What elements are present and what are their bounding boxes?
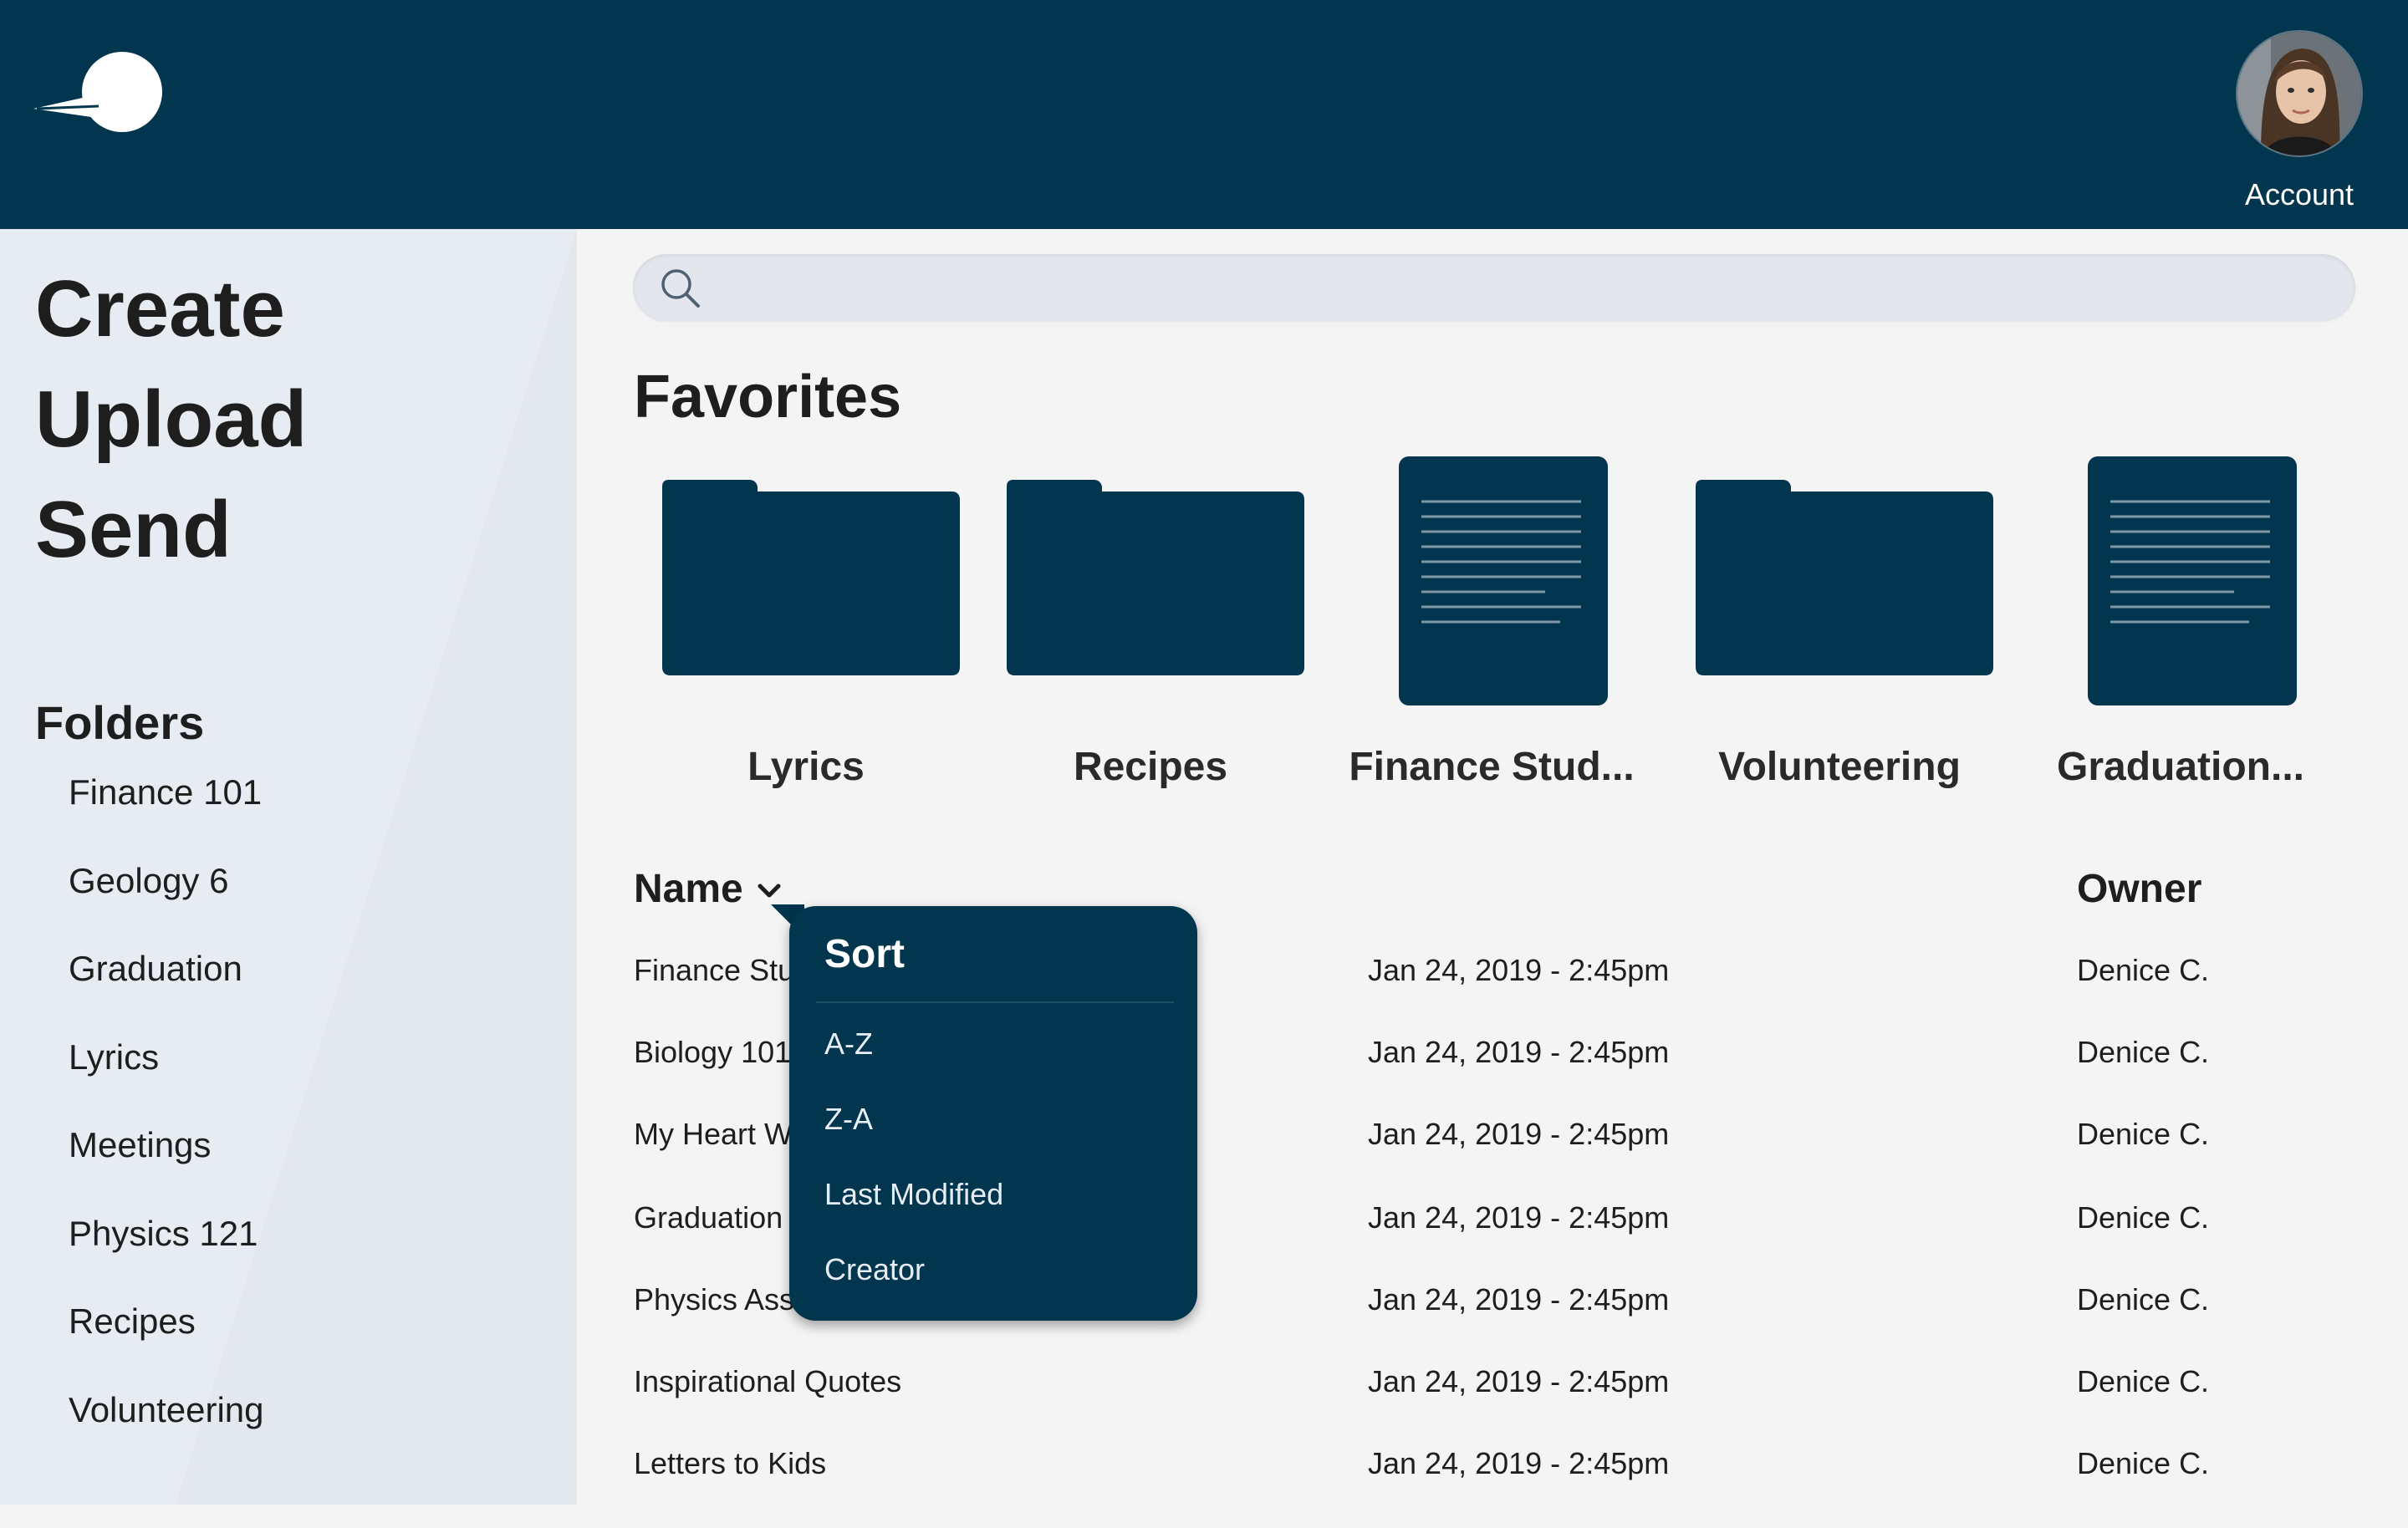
folders-heading: Folders bbox=[35, 696, 205, 749]
sidebar-item-recipes[interactable]: Recipes bbox=[69, 1301, 264, 1390]
user-photo-icon bbox=[2237, 32, 2361, 155]
modified-date: Jan 24, 2019 - 2:45pm bbox=[1368, 1117, 1670, 1151]
owner-name: Denice C. bbox=[2077, 953, 2210, 987]
file-name[interactable]: Finance Stu bbox=[634, 953, 794, 988]
file-name[interactable]: Graduation bbox=[634, 1200, 783, 1235]
favorites-heading: Favorites bbox=[634, 364, 902, 430]
sort-option-last-modified[interactable]: Last Modified bbox=[824, 1177, 1003, 1212]
modified-date: Jan 24, 2019 - 2:45pm bbox=[1368, 1035, 1670, 1069]
folder-list: Finance 101 Geology 6 Graduation Lyrics … bbox=[69, 772, 264, 1478]
modified-date: Jan 24, 2019 - 2:45pm bbox=[1368, 1200, 1670, 1235]
sort-option-creator[interactable]: Creator bbox=[824, 1252, 925, 1287]
sidebar-item-geology-6[interactable]: Geology 6 bbox=[69, 861, 264, 950]
owner-name: Denice C. bbox=[2077, 1117, 2210, 1151]
owner-column-header[interactable]: Owner bbox=[2077, 866, 2201, 912]
table-row[interactable]: Inspirational Quotes Jan 24, 2019 - 2:45… bbox=[634, 1364, 2356, 1446]
sidebar-item-graduation[interactable]: Graduation bbox=[69, 949, 264, 1037]
favorite-label: Lyrics bbox=[747, 745, 865, 789]
top-bar: Account bbox=[0, 0, 2408, 229]
owner-name: Denice C. bbox=[2077, 1282, 2210, 1317]
sort-option-z-a[interactable]: Z-A bbox=[824, 1102, 873, 1137]
name-column-header[interactable]: Name bbox=[634, 866, 782, 912]
owner-name: Denice C. bbox=[2077, 1200, 2210, 1235]
search-icon[interactable] bbox=[658, 266, 703, 311]
avatar[interactable] bbox=[2236, 30, 2363, 157]
modified-date: Jan 24, 2019 - 2:45pm bbox=[1368, 1282, 1670, 1317]
folder-icon bbox=[1007, 480, 1304, 675]
modified-date: Jan 24, 2019 - 2:45pm bbox=[1368, 1446, 1670, 1480]
document-icon bbox=[2088, 456, 2297, 705]
sidebar-item-lyrics[interactable]: Lyrics bbox=[69, 1037, 264, 1126]
folder-icon bbox=[662, 480, 960, 675]
favorite-recipes[interactable]: Recipes bbox=[983, 451, 1318, 789]
folder-icon bbox=[1696, 480, 1993, 675]
owner-name: Denice C. bbox=[2077, 1035, 2210, 1069]
favorite-graduation[interactable]: Graduation... bbox=[2013, 451, 2348, 789]
logo-icon[interactable] bbox=[33, 46, 176, 138]
file-name[interactable]: My Heart W bbox=[634, 1117, 793, 1152]
sidebar-item-volunteering[interactable]: Volunteering bbox=[69, 1390, 264, 1479]
modified-date: Jan 24, 2019 - 2:45pm bbox=[1368, 953, 1670, 987]
account-label[interactable]: Account bbox=[2232, 177, 2366, 212]
favorite-volunteering[interactable]: Volunteering bbox=[1672, 451, 2007, 789]
sidebar-item-finance-101[interactable]: Finance 101 bbox=[69, 772, 264, 861]
file-name[interactable]: Letters to Kids bbox=[634, 1446, 826, 1481]
chevron-down-icon[interactable] bbox=[757, 883, 782, 899]
file-name[interactable]: Inspirational Quotes bbox=[634, 1364, 901, 1399]
favorite-finance-study[interactable]: Finance Stud... bbox=[1324, 451, 1659, 789]
search-input[interactable] bbox=[717, 262, 2325, 314]
send-action[interactable]: Send bbox=[35, 475, 307, 585]
sort-menu: Sort A-Z Z-A Last Modified Creator bbox=[789, 906, 1197, 1321]
favorite-lyrics[interactable]: Lyrics bbox=[639, 451, 973, 789]
account-button[interactable]: Account bbox=[2232, 30, 2366, 212]
file-name[interactable]: Biology 101 bbox=[634, 1035, 791, 1070]
modified-date: Jan 24, 2019 - 2:45pm bbox=[1368, 1364, 1670, 1398]
divider bbox=[816, 1001, 1174, 1003]
document-icon bbox=[1399, 456, 1608, 705]
sidebar-item-physics-121[interactable]: Physics 121 bbox=[69, 1214, 264, 1302]
sidebar-item-meetings[interactable]: Meetings bbox=[69, 1125, 264, 1214]
sidebar: Create Upload Send Folders Finance 101 G… bbox=[0, 229, 577, 1505]
action-list: Create Upload Send bbox=[35, 254, 307, 585]
table-row[interactable]: Letters to Kids Jan 24, 2019 - 2:45pm De… bbox=[634, 1446, 2356, 1528]
file-name[interactable]: Physics Ass bbox=[634, 1282, 794, 1317]
name-column-label[interactable]: Name bbox=[634, 867, 743, 911]
create-action[interactable]: Create bbox=[35, 254, 307, 364]
search-bar[interactable] bbox=[633, 254, 2355, 321]
sort-option-a-z[interactable]: A-Z bbox=[824, 1026, 873, 1062]
favorite-label: Finance Stud... bbox=[1349, 745, 1635, 789]
upload-action[interactable]: Upload bbox=[35, 364, 307, 475]
owner-name: Denice C. bbox=[2077, 1364, 2210, 1398]
owner-name: Denice C. bbox=[2077, 1446, 2210, 1480]
sort-menu-title: Sort bbox=[824, 932, 905, 976]
favorite-label: Graduation... bbox=[2056, 745, 2304, 789]
